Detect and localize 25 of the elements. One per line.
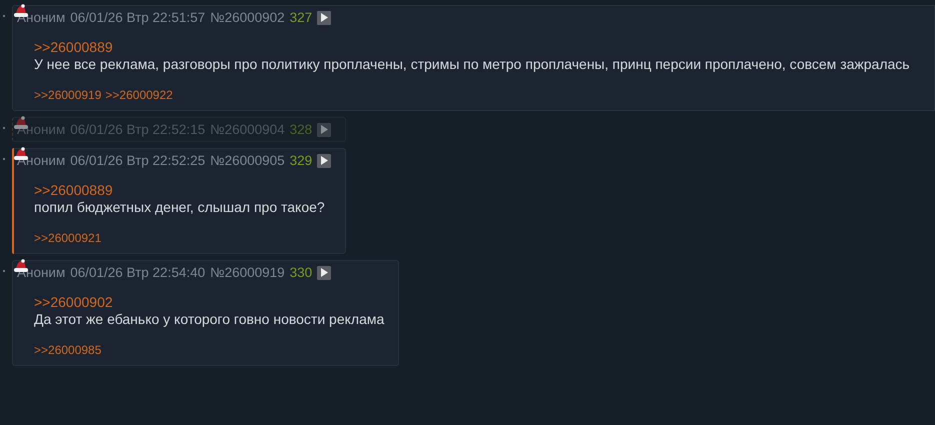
play-icon[interactable]	[317, 266, 332, 280]
post-date: 06/01/26 Втр 22:51:57	[70, 10, 206, 25]
post-date: 06/01/26 Втр 22:54:40	[70, 265, 206, 280]
quote-link[interactable]: >>26000889	[34, 182, 332, 198]
reply-link[interactable]: >>26000922	[105, 88, 173, 102]
reply-link[interactable]: >>26000921	[34, 231, 102, 245]
quote-link[interactable]: >>26000902	[34, 294, 384, 310]
play-icon[interactable]	[317, 10, 332, 24]
post-number[interactable]: №26000902	[210, 10, 285, 25]
post-number[interactable]: №26000919	[210, 265, 285, 280]
reply-link[interactable]: >>26000985	[34, 343, 102, 357]
post-date: 06/01/26 Втр 22:52:15	[70, 122, 206, 137]
post-number[interactable]: №26000905	[210, 153, 285, 168]
post-date: 06/01/26 Втр 22:52:25	[70, 153, 206, 168]
post-number[interactable]: №26000904	[210, 122, 285, 137]
play-icon[interactable]	[317, 154, 332, 168]
post-index: 329	[290, 153, 312, 168]
reply-link[interactable]: >>26000919	[34, 88, 102, 102]
post-index: 328	[290, 122, 312, 137]
post-message: Да этот же ебанько у которого говно новости реклама	[34, 310, 384, 329]
post-message: попил бюджетных денег, слышал про такое?	[34, 198, 326, 217]
quote-link[interactable]: >>26000889	[34, 39, 920, 55]
post-index: 327	[290, 10, 312, 25]
post-message: У нее все реклама, разговоры про политику проплачены, стримы по метро проплачены, принц персии проплачено, совсем зажралась	[34, 55, 911, 74]
post-index: 330	[290, 265, 312, 280]
